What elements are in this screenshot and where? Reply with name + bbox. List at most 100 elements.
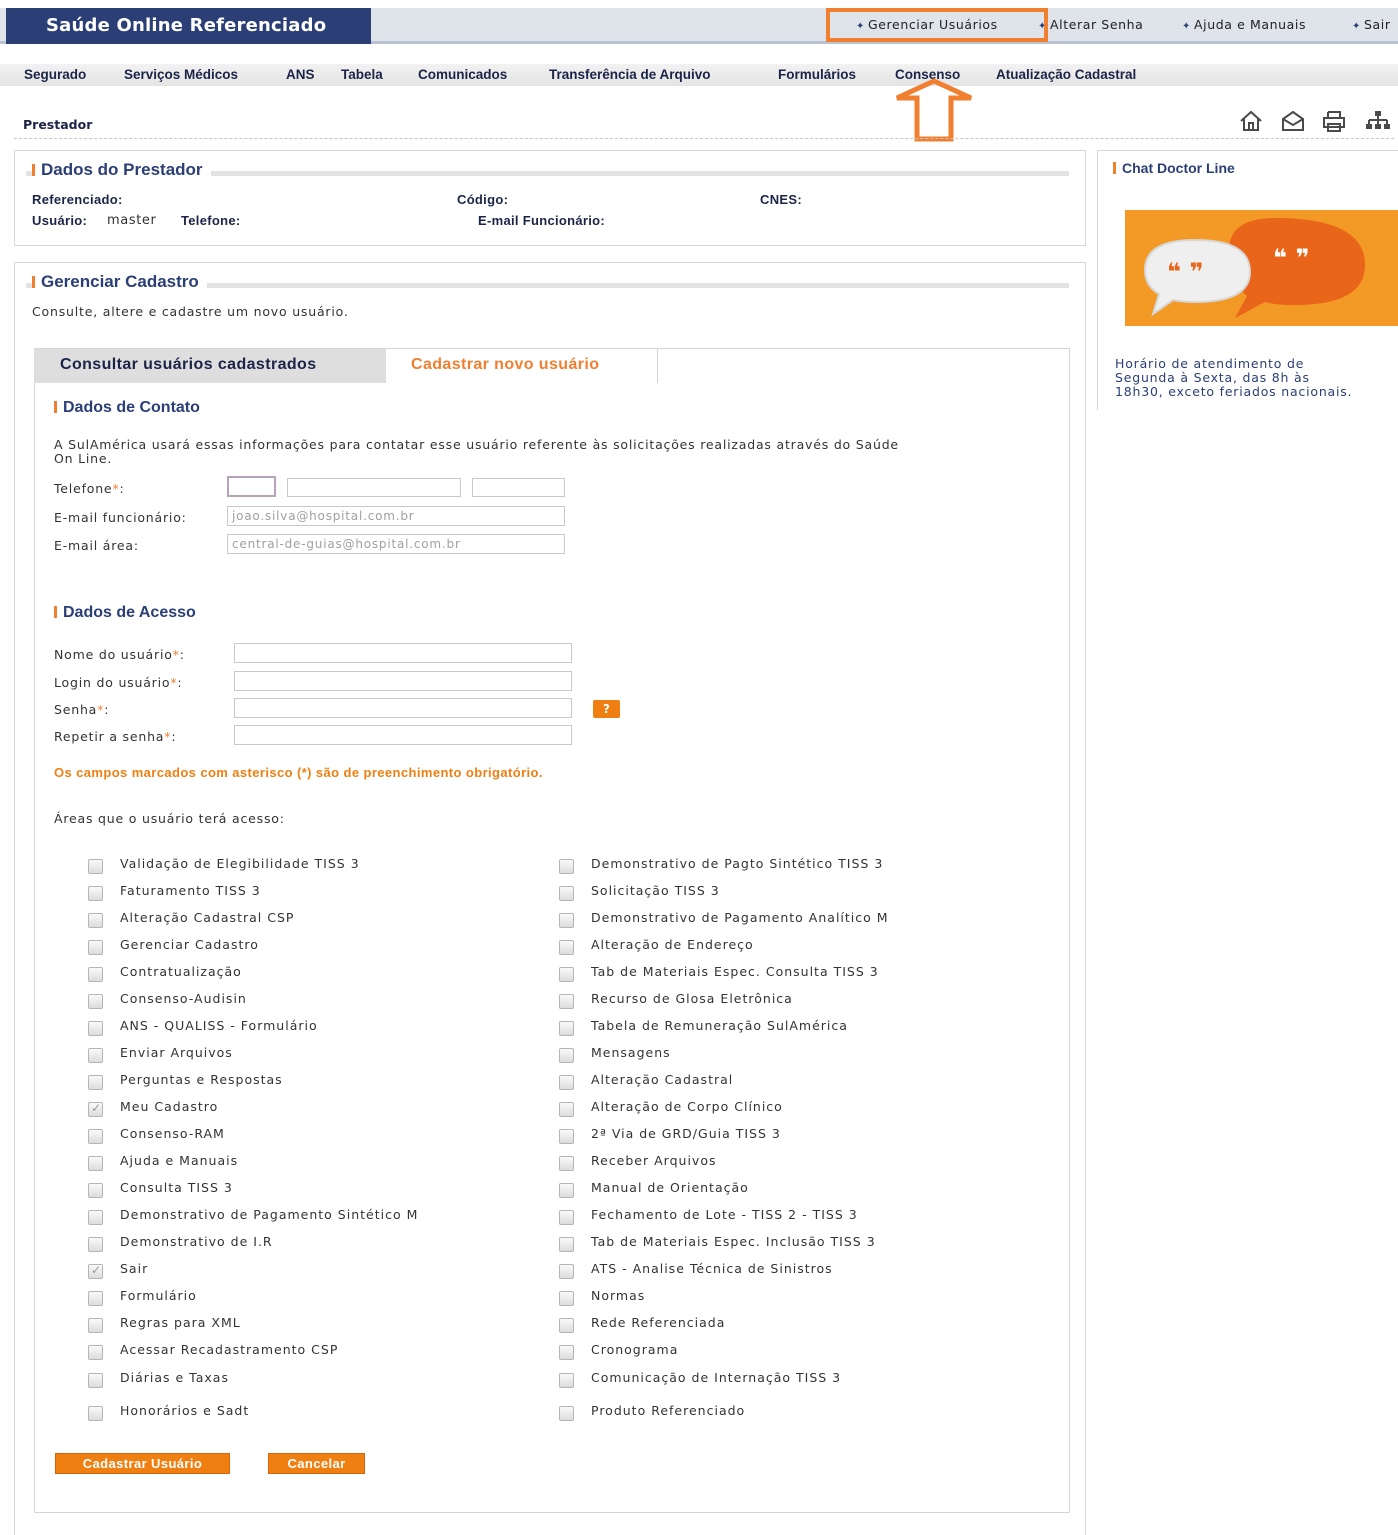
nav-tabela[interactable]: Tabela (341, 67, 383, 82)
svg-text:❝ ❞: ❝ ❞ (1273, 244, 1310, 272)
email-area-field-label: E-mail área: (54, 538, 139, 553)
area-checkbox-label: Acessar Recadastramento CSP (120, 1342, 339, 1357)
area-checkbox[interactable] (88, 1101, 103, 1117)
area-checkbox[interactable] (559, 886, 574, 901)
area-checkbox-label: Demonstrativo de Pagamento Sintético M (120, 1207, 419, 1222)
area-checkbox-label: Regras para XML (120, 1315, 241, 1330)
area-checkbox[interactable] (88, 994, 103, 1009)
area-checkbox[interactable] (559, 1075, 574, 1090)
area-checkbox-label: Rede Referenciada (591, 1315, 726, 1330)
area-checkbox[interactable] (559, 1102, 574, 1117)
area-checkbox[interactable] (559, 1021, 574, 1036)
chat-title: Chat Doctor Line (1113, 160, 1235, 176)
cancelar-button[interactable]: Cancelar (268, 1453, 365, 1474)
senha-label: Senha*: (54, 702, 110, 717)
area-checkbox[interactable] (88, 1263, 103, 1279)
area-checkbox[interactable] (559, 1156, 574, 1171)
link-ajuda-manuais[interactable]: ✦ Ajuda e Manuais (1182, 17, 1306, 32)
telefone-ddd-input[interactable] (227, 476, 276, 497)
area-checkbox-label: Ajuda e Manuais (120, 1153, 239, 1168)
area-checkbox[interactable] (559, 967, 574, 982)
link-alterar-senha[interactable]: ✦ Alterar Senha (1038, 17, 1143, 32)
area-checkbox[interactable] (559, 1264, 574, 1279)
senha-input[interactable] (234, 698, 572, 718)
email-area-input[interactable]: central-de-guias@hospital.com.br (227, 534, 565, 554)
area-checkbox[interactable] (88, 1183, 103, 1198)
area-checkbox[interactable] (559, 1183, 574, 1198)
nav-segurado[interactable]: Segurado (24, 67, 86, 82)
area-checkbox-label: Validação de Elegibilidade TISS 3 (120, 856, 360, 871)
area-checkbox[interactable] (559, 1237, 574, 1252)
area-checkbox[interactable] (559, 1291, 574, 1306)
area-checkbox-label: Solicitação TISS 3 (591, 883, 720, 898)
chat-bubbles-icon[interactable]: ❝ ❞ ❝ ❞ (1125, 210, 1398, 326)
area-checkbox[interactable] (559, 913, 574, 928)
nav-servicos-medicos[interactable]: Serviços Médicos (124, 67, 238, 82)
area-checkbox-label: Honorários e Sadt (120, 1403, 250, 1418)
home-icon[interactable] (1238, 108, 1264, 134)
nav-formularios[interactable]: Formulários (778, 67, 856, 82)
area-checkbox[interactable] (88, 1373, 103, 1388)
telefone-numero-input[interactable] (287, 478, 461, 497)
sitemap-icon[interactable] (1365, 108, 1391, 134)
breadcrumb-divider (14, 138, 1394, 139)
area-checkbox[interactable] (88, 886, 103, 901)
area-checkbox[interactable] (88, 1048, 103, 1063)
area-checkbox[interactable] (88, 1345, 103, 1360)
senha-help-button[interactable]: ? (593, 700, 620, 718)
mail-icon[interactable] (1280, 108, 1306, 134)
area-checkbox[interactable] (88, 1318, 103, 1333)
area-checkbox[interactable] (559, 1318, 574, 1333)
chat-hours: Horário de atendimento de Segunda à Sext… (1115, 356, 1353, 399)
telefone-ramal-input[interactable] (472, 478, 565, 497)
area-checkbox[interactable] (559, 1129, 574, 1144)
usuario-label: Usuário: (32, 213, 88, 228)
nav-ans[interactable]: ANS (286, 67, 315, 82)
area-checkbox[interactable] (88, 1291, 103, 1306)
area-checkbox[interactable] (88, 1210, 103, 1225)
area-checkbox[interactable] (559, 1048, 574, 1063)
nav-comunicados[interactable]: Comunicados (418, 67, 507, 82)
area-checkbox[interactable] (88, 1129, 103, 1144)
codigo-label: Código: (457, 192, 509, 207)
area-checkbox[interactable] (88, 967, 103, 982)
link-sair[interactable]: ✦ Sair (1352, 17, 1391, 32)
print-icon[interactable] (1321, 108, 1347, 134)
area-checkbox[interactable] (559, 1345, 574, 1360)
bullet-arrow-icon: ✦ (1352, 21, 1361, 32)
area-checkbox[interactable] (88, 940, 103, 955)
area-checkbox[interactable] (559, 940, 574, 955)
area-checkbox-label: ATS - Analise Técnica de Sinistros (591, 1261, 833, 1276)
nav-atualizacao-cadastral[interactable]: Atualização Cadastral (996, 67, 1136, 82)
area-checkbox[interactable] (559, 994, 574, 1009)
tab-consultar-label: Consultar usuários cadastrados (60, 356, 317, 373)
nome-usuario-label: Nome do usuário*: (54, 647, 185, 662)
area-checkbox[interactable] (88, 1406, 103, 1421)
area-checkbox[interactable] (88, 913, 103, 928)
area-checkbox[interactable] (559, 1373, 574, 1388)
cadastrar-usuario-button[interactable]: Cadastrar Usuário (55, 1453, 230, 1474)
tab-cadastrar-label: Cadastrar novo usuário (411, 356, 600, 373)
area-checkbox[interactable] (88, 1075, 103, 1090)
area-checkbox[interactable] (88, 1021, 103, 1036)
area-checkbox[interactable] (559, 859, 574, 874)
area-checkbox[interactable] (88, 1237, 103, 1252)
area-checkbox-label: Manual de Orientação (591, 1180, 749, 1195)
email-funcionario-input[interactable]: joao.silva@hospital.com.br (227, 506, 565, 526)
repetir-senha-label: Repetir a senha*: (54, 729, 177, 744)
area-checkbox[interactable] (559, 1406, 574, 1421)
area-checkbox[interactable] (88, 859, 103, 874)
repetir-senha-input[interactable] (234, 725, 572, 745)
area-checkbox-label: Alteração Cadastral CSP (120, 910, 295, 925)
cadastro-description: Consulte, altere e cadastre um novo usuá… (32, 304, 349, 319)
cnes-label: CNES: (760, 192, 802, 207)
nome-usuario-input[interactable] (234, 643, 572, 663)
nav-transferencia-arquivo[interactable]: Transferência de Arquivo (549, 67, 711, 82)
area-checkbox[interactable] (88, 1156, 103, 1171)
area-checkbox-label: Meu Cadastro (120, 1099, 219, 1114)
acesso-title: Dados de Acesso (54, 604, 196, 622)
area-checkbox-label: Comunicação de Internação TISS 3 (591, 1370, 842, 1385)
area-checkbox[interactable] (559, 1210, 574, 1225)
area-checkbox-label: Gerenciar Cadastro (120, 937, 259, 952)
login-usuario-input[interactable] (234, 671, 572, 691)
